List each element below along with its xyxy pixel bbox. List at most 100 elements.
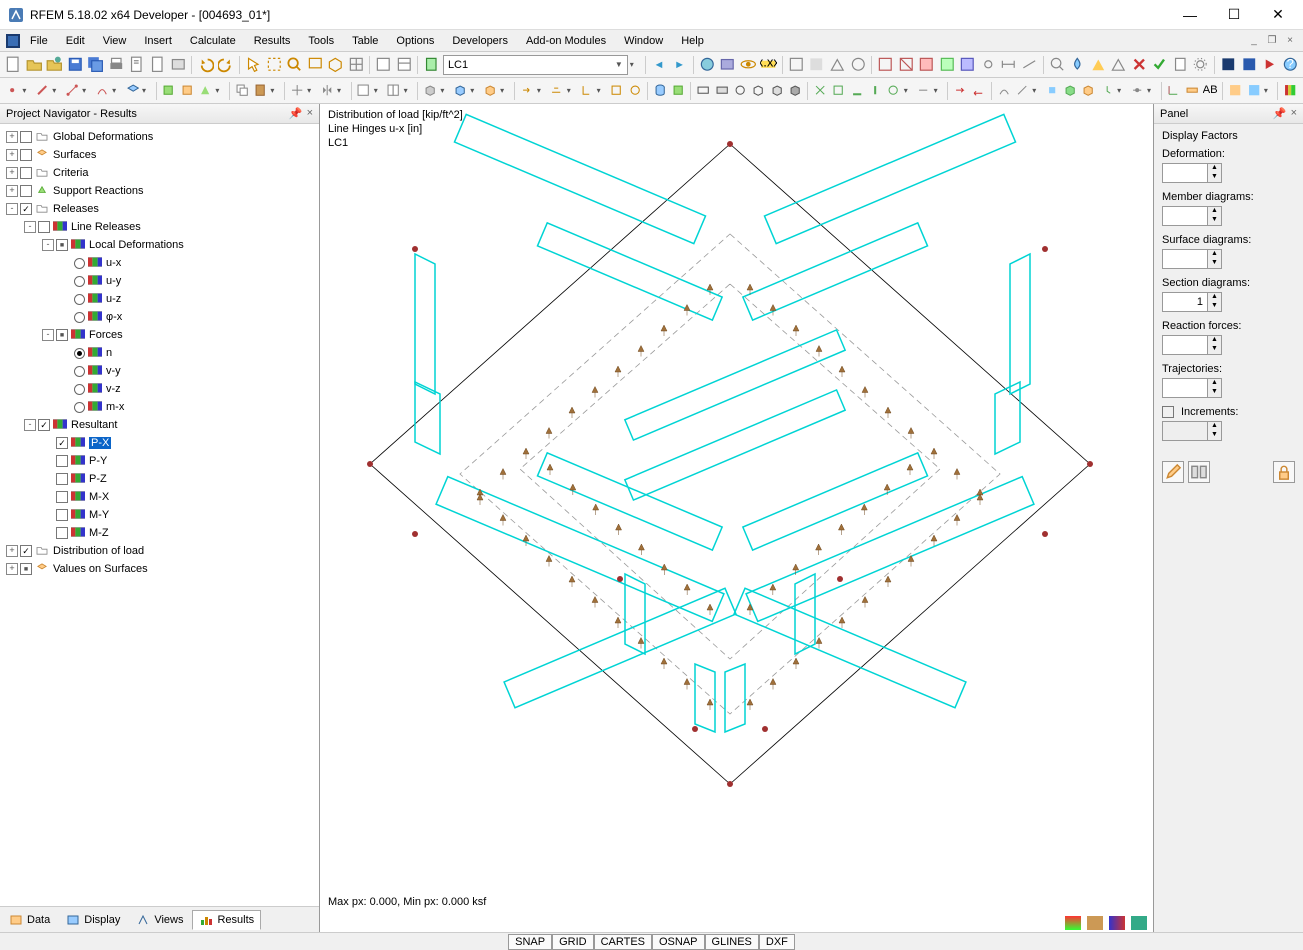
menu-addons[interactable]: Add-on Modules (518, 33, 614, 49)
undo-icon[interactable] (196, 55, 215, 75)
tree-node[interactable]: +Global Deformations (2, 128, 317, 146)
arrow-icon[interactable] (952, 81, 968, 101)
open-icon[interactable] (25, 55, 44, 75)
tree-node[interactable]: P-X (2, 434, 317, 452)
dd-icon[interactable]: ▾ (934, 86, 944, 95)
tree-node[interactable]: +Support Reactions (2, 182, 317, 200)
dd-icon[interactable]: ▾ (142, 86, 152, 95)
tree-checkbox[interactable] (56, 437, 68, 449)
gen1-icon[interactable] (160, 81, 176, 101)
down-icon[interactable]: ▼ (1208, 216, 1221, 225)
menu-calculate[interactable]: Calculate (182, 33, 244, 49)
tree-node[interactable]: +Distribution of load (2, 542, 317, 560)
up-icon[interactable]: ▲ (1208, 164, 1221, 173)
app-menu-icon[interactable] (6, 34, 20, 48)
doc2-icon[interactable] (1171, 55, 1190, 75)
dd-icon[interactable]: ▾ (1032, 86, 1042, 95)
list-icon[interactable] (1188, 461, 1210, 483)
pin-icon[interactable]: 📌 (289, 107, 303, 120)
rainbow-icon[interactable] (1282, 81, 1298, 101)
tree-node[interactable]: m-x (2, 398, 317, 416)
arc-icon[interactable] (94, 81, 110, 101)
menu-results[interactable]: Results (246, 33, 299, 49)
abc-icon[interactable]: AB (1202, 81, 1218, 101)
edit-icon[interactable] (1162, 461, 1184, 483)
status-glines[interactable]: GLINES (705, 934, 759, 950)
tree-checkbox[interactable] (20, 149, 32, 161)
tree-node[interactable]: -Releases (2, 200, 317, 218)
l2-icon[interactable] (1014, 81, 1030, 101)
status-dxf[interactable]: DXF (759, 934, 795, 950)
expand-icon[interactable]: + (6, 167, 18, 179)
xxx-icon[interactable]: x.xx (759, 55, 778, 75)
tree-checkbox[interactable] (20, 167, 32, 179)
menu-insert[interactable]: Insert (136, 33, 180, 49)
up-icon[interactable]: ▲ (1208, 422, 1221, 431)
next-lc-icon[interactable]: ► (670, 55, 689, 75)
props-icon[interactable] (374, 55, 393, 75)
tree-node[interactable]: -Line Releases (2, 218, 317, 236)
tree-checkbox[interactable] (20, 185, 32, 197)
dd-icon[interactable]: ▾ (374, 86, 384, 95)
dd-icon[interactable]: ▾ (440, 86, 450, 95)
down-icon[interactable]: ▼ (1208, 388, 1221, 397)
tree-radio[interactable] (74, 402, 85, 413)
cube1-icon[interactable] (422, 81, 438, 101)
member-icon[interactable] (34, 81, 50, 101)
tab-display[interactable]: Display (59, 910, 127, 930)
link-icon[interactable] (979, 55, 998, 75)
doc-icon[interactable] (148, 55, 167, 75)
redo-icon[interactable] (217, 55, 236, 75)
grid-icon[interactable] (347, 55, 366, 75)
dim-icon[interactable] (999, 55, 1018, 75)
menu-file[interactable]: File (22, 33, 56, 49)
sel3-icon[interactable] (732, 81, 748, 101)
tree-node[interactable]: -Resultant (2, 416, 317, 434)
menu-edit[interactable]: Edit (58, 33, 93, 49)
tool-b-icon[interactable] (807, 55, 826, 75)
tree-checkbox[interactable] (56, 455, 68, 467)
sel1-icon[interactable] (695, 81, 711, 101)
cube4-icon[interactable] (750, 81, 766, 101)
tree-radio[interactable] (74, 276, 85, 287)
arr4-icon[interactable] (608, 81, 624, 101)
l6-icon[interactable] (1099, 81, 1115, 101)
tree-checkbox[interactable] (38, 419, 50, 431)
l3-icon[interactable] (1044, 81, 1060, 101)
mesh2-icon[interactable] (897, 55, 916, 75)
tree-node[interactable]: M-Y (2, 506, 317, 524)
panel-spin-input[interactable] (1162, 335, 1208, 355)
tree-checkbox[interactable] (56, 509, 68, 521)
tree-node[interactable]: v-z (2, 380, 317, 398)
dd-icon[interactable]: ▾ (215, 86, 225, 95)
mirror-icon[interactable] (319, 81, 335, 101)
menu-tools[interactable]: Tools (300, 33, 342, 49)
db-icon[interactable] (652, 81, 668, 101)
dd-icon[interactable]: ▾ (567, 86, 577, 95)
expand-icon[interactable]: + (6, 545, 18, 557)
tree-radio[interactable] (74, 366, 85, 377)
arrow2-icon[interactable] (970, 81, 986, 101)
expand-icon[interactable]: - (42, 329, 54, 341)
zoomwin-icon[interactable] (306, 55, 325, 75)
panel-spin-input[interactable] (1162, 163, 1208, 183)
tree-radio[interactable] (74, 294, 85, 305)
save-icon[interactable] (66, 55, 85, 75)
dd-icon[interactable]: ▾ (500, 86, 510, 95)
down-icon[interactable]: ▼ (1208, 259, 1221, 268)
dd-icon[interactable]: ▾ (904, 86, 914, 95)
tool-a-icon[interactable] (787, 55, 806, 75)
new-icon[interactable] (4, 55, 23, 75)
up-icon[interactable]: ▲ (1208, 207, 1221, 216)
blue1-icon[interactable] (1219, 55, 1238, 75)
axis-icon[interactable] (1165, 81, 1181, 101)
tree-node[interactable]: -Local Deformations (2, 236, 317, 254)
menu-developers[interactable]: Developers (444, 33, 516, 49)
arr5-icon[interactable] (627, 81, 643, 101)
lock-icon[interactable] (1273, 461, 1295, 483)
dd-icon[interactable]: ▾ (1147, 86, 1157, 95)
x-icon[interactable] (1130, 55, 1149, 75)
loadcase-combo[interactable]: LC1 ▼ (443, 55, 628, 75)
copy-icon[interactable] (234, 81, 250, 101)
tree-node[interactable]: v-y (2, 362, 317, 380)
